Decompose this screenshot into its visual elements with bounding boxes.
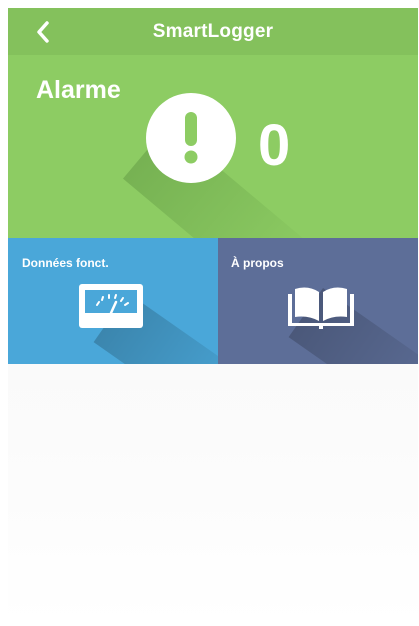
app-screen: SmartLogger Alarme 0 Données fonct. À pr…: [8, 8, 418, 626]
about-tile[interactable]: À propos: [218, 238, 418, 364]
alarm-panel[interactable]: Alarme 0: [8, 55, 418, 238]
gauge-meter-icon: [79, 284, 143, 328]
open-book-icon: [288, 287, 354, 329]
operating-data-label: Données fonct.: [22, 256, 109, 270]
alarm-count: 0: [258, 113, 291, 178]
about-label: À propos: [231, 256, 284, 270]
exclamation-circle-icon: [146, 93, 236, 183]
page-title: SmartLogger: [152, 21, 274, 42]
operating-data-tile[interactable]: Données fonct.: [8, 238, 218, 364]
top-bar: SmartLogger: [8, 8, 418, 55]
alarm-label: Alarme: [36, 76, 121, 104]
